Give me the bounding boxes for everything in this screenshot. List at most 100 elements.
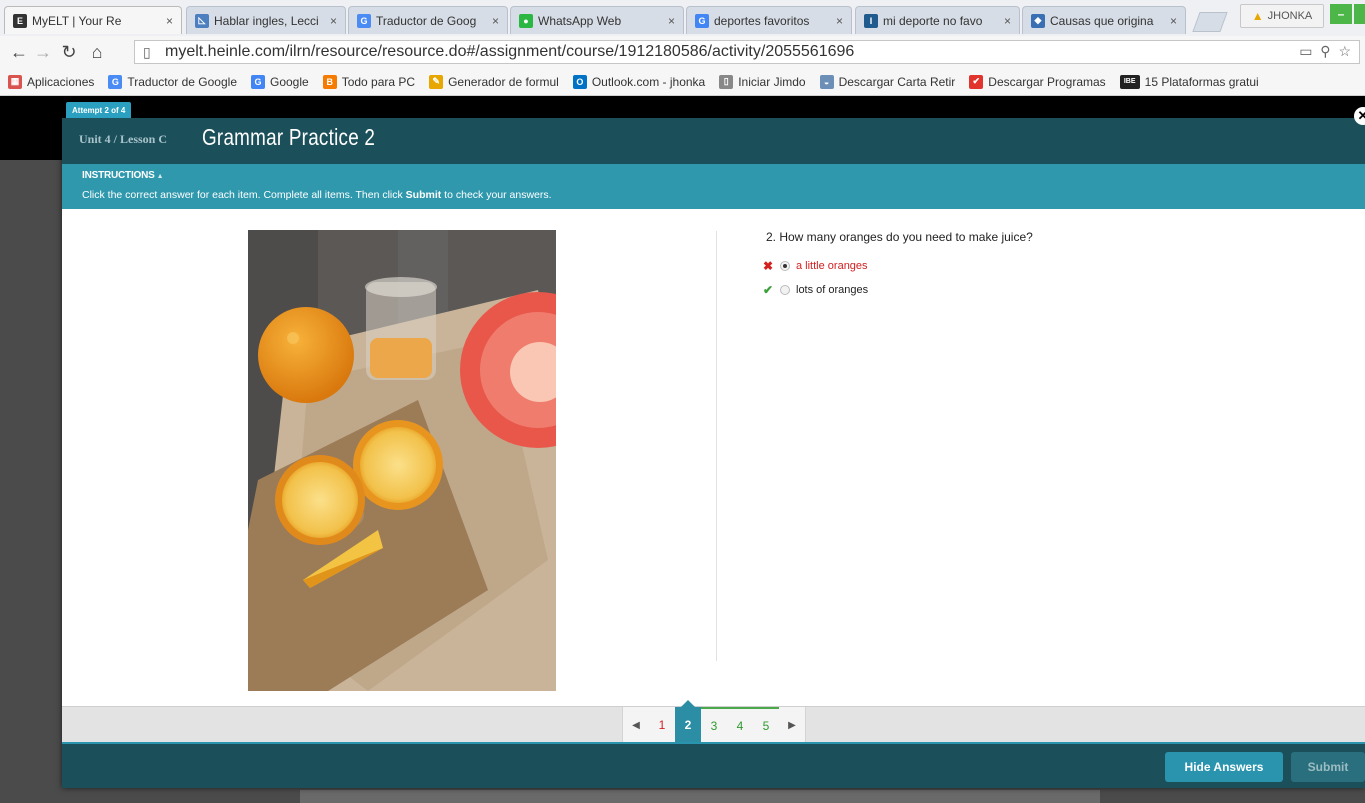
zoom-bookmark-icons[interactable]: ▭ ⚲ ☆ xyxy=(1299,43,1353,60)
browser-toolbar: ← → ↻ ⌂ ▯ myelt.heinle.com/ilrn/resource… xyxy=(0,36,1365,68)
bookmark-icon: O xyxy=(572,74,587,89)
browser-tab[interactable]: Imi deporte no favo × xyxy=(855,6,1020,34)
bookmark-icon: ✎ xyxy=(429,74,444,89)
previous-page-icon[interactable]: ◀ xyxy=(623,707,649,743)
tab-favicon-icon: G xyxy=(357,13,371,28)
bookmark-label: Outlook.com - jhonka xyxy=(591,74,706,89)
oranges-illustration xyxy=(248,230,556,691)
browser-tab[interactable]: E MyELT | Your Re × xyxy=(4,6,182,34)
tab-title: Hablar ingles, Lecci xyxy=(214,13,319,28)
answer-radio[interactable] xyxy=(780,285,790,295)
bookmark-item[interactable]: IBE 15 Plataformas gratui xyxy=(1119,74,1259,89)
oranges-photo xyxy=(248,230,556,691)
instructions-submit-word: Submit xyxy=(405,189,442,201)
bookmark-label: Generador de formul xyxy=(448,74,559,89)
bookmark-icon: IBE xyxy=(1119,74,1140,89)
question-text: 2. How many oranges do you need to make … xyxy=(766,230,1033,244)
tab-title: WhatsApp Web xyxy=(538,13,622,28)
bookmark-icon: ◒ xyxy=(819,74,834,89)
home-button[interactable]: ⌂ xyxy=(86,41,108,63)
bookmark-item[interactable]: ✔ Descargar Programas xyxy=(969,74,1106,89)
bookmark-item[interactable]: ◒ Descargar Carta Retir xyxy=(819,74,956,89)
browser-tab-strip: E MyELT | Your Re × ◺ Hablar ingles, Lecci × G… xyxy=(0,0,1365,36)
bookmark-item[interactable]: G Traductor de Google xyxy=(108,74,237,89)
close-icon[interactable]: ✕ xyxy=(1354,107,1365,125)
forward-button[interactable]: → xyxy=(32,41,54,63)
address-bar[interactable]: ▯ myelt.heinle.com/ilrn/resource/resourc… xyxy=(134,40,1360,64)
tab-close-icon[interactable]: × xyxy=(492,14,499,28)
restore-button[interactable] xyxy=(1354,4,1365,24)
instructions-panel: INSTRUCTIONS ▲ Click the correct answer f… xyxy=(62,164,1365,209)
page-number-3[interactable]: 3 xyxy=(701,707,727,743)
bookmark-item[interactable]: O Outlook.com - jhonka xyxy=(572,74,706,89)
tab-favicon-icon: ● xyxy=(519,13,533,28)
bookmark-label: Traductor de Google xyxy=(127,74,237,89)
tab-close-icon[interactable]: × xyxy=(1170,14,1177,28)
page-number-5[interactable]: 5 xyxy=(753,707,779,743)
pagination-bar: ◀ 1 2 3 4 5 ▶ xyxy=(62,700,1365,743)
url-text: myelt.heinle.com/ilrn/resource/resource.… xyxy=(165,43,855,60)
back-button[interactable]: ← xyxy=(8,41,30,63)
submit-button[interactable]: Submit xyxy=(1291,752,1365,782)
tab-close-icon[interactable]: × xyxy=(1004,14,1011,28)
bookmark-icon: B xyxy=(322,74,337,89)
tab-favicon-icon: G xyxy=(695,13,709,28)
bookmark-label: Iniciar Jimdo xyxy=(738,74,806,89)
bookmark-label: Todo para PC xyxy=(341,74,416,89)
page-table-strip xyxy=(300,790,1100,803)
bookmark-item[interactable]: ▯ Iniciar Jimdo xyxy=(719,74,806,89)
bookmark-item[interactable]: G Google xyxy=(251,74,309,89)
reload-button[interactable]: ↻ xyxy=(58,41,80,63)
unit-label: Unit 4 / Lesson C xyxy=(79,132,168,146)
bookmark-label: Google xyxy=(270,74,309,89)
bookmark-label: Descargar Carta Retir xyxy=(838,74,956,89)
bookmark-item[interactable]: ▦ Aplicaciones xyxy=(8,74,94,89)
activity-modal: Unit 4 / Lesson C Grammar Practice 2 INS… xyxy=(62,118,1365,788)
browser-tab[interactable]: ◆ Causas que origina × xyxy=(1022,6,1186,34)
bookmark-item[interactable]: ✎ Generador de formul xyxy=(429,74,559,89)
instructions-text: Click the correct answer for each item. … xyxy=(82,189,552,201)
tab-close-icon[interactable]: × xyxy=(668,14,675,28)
bookmark-icon: ▦ xyxy=(8,74,22,89)
bookmark-icon: G xyxy=(108,74,123,89)
tab-close-icon[interactable]: × xyxy=(330,14,337,28)
page-number-1[interactable]: 1 xyxy=(649,707,675,743)
attempt-badge: Attempt 2 of 4 xyxy=(66,102,132,118)
incorrect-x-icon: ✖ xyxy=(762,259,774,273)
answer-label[interactable]: a little oranges xyxy=(796,260,868,272)
bookmark-icon: G xyxy=(251,74,265,89)
bookmark-item[interactable]: B Todo para PC xyxy=(322,74,416,89)
tab-close-icon[interactable]: × xyxy=(166,14,173,28)
bookmark-icon: ▯ xyxy=(719,74,734,89)
browser-tab[interactable]: ● WhatsApp Web × xyxy=(510,6,684,34)
tab-title: mi deporte no favo xyxy=(883,13,983,28)
instructions-label: INSTRUCTIONS xyxy=(82,170,155,181)
modal-footer: Hide Answers Submit xyxy=(62,742,1365,788)
minimize-button[interactable]: – xyxy=(1330,4,1352,24)
answer-option[interactable]: ✔ lots of oranges xyxy=(762,283,868,297)
tab-favicon-icon: ◺ xyxy=(195,13,209,28)
answer-radio[interactable] xyxy=(780,261,790,271)
hide-answers-button[interactable]: Hide Answers xyxy=(1165,752,1283,782)
browser-tab[interactable]: ◺ Hablar ingles, Lecci × xyxy=(186,6,346,34)
page-number-4[interactable]: 4 xyxy=(727,707,753,743)
instructions-toggle[interactable]: INSTRUCTIONS ▲ xyxy=(82,170,164,181)
bookmark-label: Descargar Programas xyxy=(988,74,1106,89)
collapse-caret-icon: ▲ xyxy=(156,173,164,180)
new-tab-button[interactable] xyxy=(1192,12,1228,32)
profile-name: JHONKA xyxy=(1267,10,1313,22)
profile-button[interactable]: ▲ JHONKA xyxy=(1240,4,1324,28)
answer-option[interactable]: ✖ a little oranges xyxy=(762,259,868,273)
tab-favicon-icon: E xyxy=(13,13,27,28)
correct-check-icon: ✔ xyxy=(762,283,774,297)
instructions-text-part: Click the correct answer for each item. … xyxy=(82,189,406,201)
browser-tab[interactable]: G Traductor de Goog × xyxy=(348,6,508,34)
modal-header: Unit 4 / Lesson C Grammar Practice 2 xyxy=(62,118,1365,164)
warning-icon: ▲ xyxy=(1251,9,1264,23)
bookmarks-bar: ▦ Aplicaciones G Traductor de Google G Google… xyxy=(0,68,1365,96)
browser-tab[interactable]: Gdeportes favoritos × xyxy=(686,6,852,34)
tab-close-icon[interactable]: × xyxy=(836,14,843,28)
page-number-2[interactable]: 2 xyxy=(675,700,701,743)
next-page-icon[interactable]: ▶ xyxy=(779,707,805,743)
answer-label[interactable]: lots of oranges xyxy=(796,284,868,296)
